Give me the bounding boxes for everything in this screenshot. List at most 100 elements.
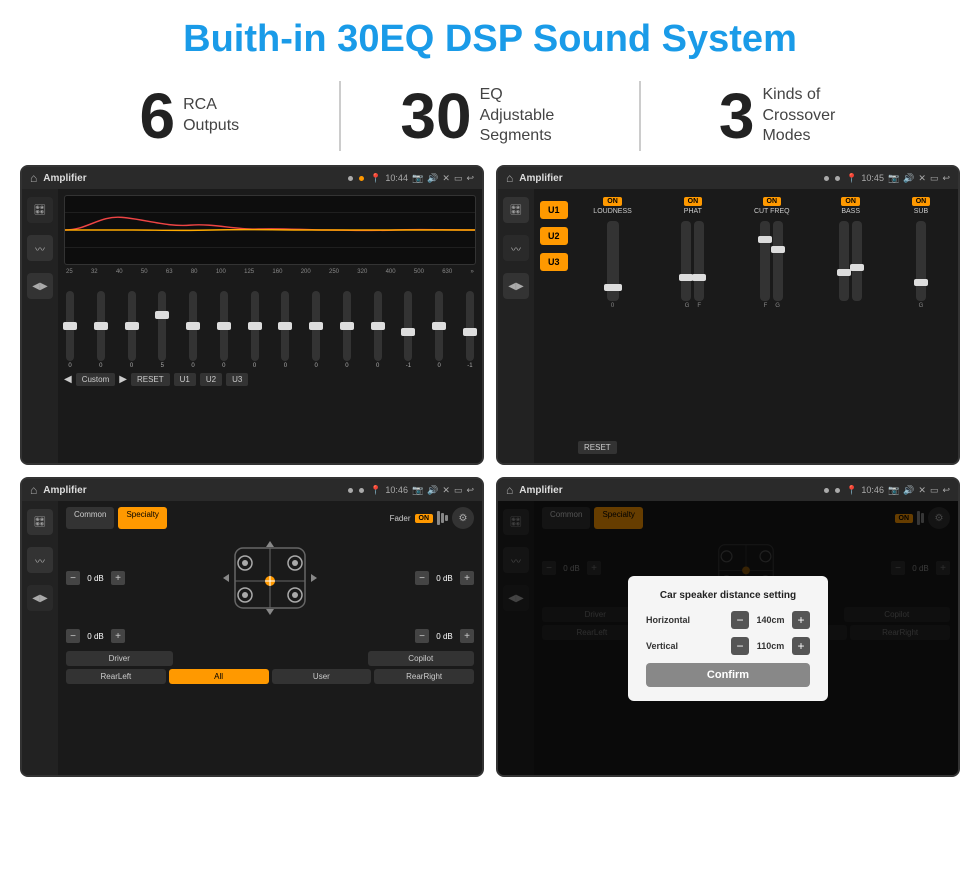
bass-col: ON BASS [839, 197, 862, 309]
cutfreq-slider-g[interactable] [773, 221, 783, 301]
phat-slider-g[interactable] [681, 221, 691, 301]
home-icon-4[interactable]: ⌂ [506, 483, 513, 497]
sidebar-wave-icon-3[interactable]: 〰 [27, 547, 53, 573]
dialog-horizontal-value: 140cm [753, 615, 788, 625]
db-plus-fr[interactable]: + [460, 571, 474, 585]
btn-user[interactable]: User [272, 669, 372, 684]
cutfreq-handle-g[interactable] [771, 246, 785, 253]
sidebar-speaker-icon[interactable]: ◀▶ [27, 273, 53, 299]
sidebar-eq-icon-3[interactable]: 🎛 [27, 509, 53, 535]
preset-u1-btn[interactable]: U1 [540, 201, 568, 219]
db-minus-rl[interactable]: − [66, 629, 80, 643]
home-icon-3[interactable]: ⌂ [30, 483, 37, 497]
eq-slider-1[interactable]: 0 [97, 291, 105, 369]
db-val-fl: 0 dB [83, 574, 108, 583]
eq-slider-7[interactable]: 0 [281, 291, 289, 369]
sub-slider[interactable] [916, 221, 926, 301]
db-minus-fr[interactable]: − [415, 571, 429, 585]
eq-u2-btn[interactable]: U2 [200, 373, 222, 386]
x-icon-2: ✕ [918, 173, 926, 184]
fader-label: Fader [390, 514, 411, 523]
sidebar-wave-icon-2[interactable]: 〰 [503, 235, 529, 261]
eq-slider-8[interactable]: 0 [312, 291, 320, 369]
status-bar-3: ⌂ Amplifier 📍 10:46 📷 🔊 ✕ ▭ ↩ [22, 479, 482, 501]
phat-slider-f[interactable] [694, 221, 704, 301]
stat-crossover: 3 Kinds ofCrossover Modes [661, 84, 920, 148]
btn-driver[interactable]: Driver [66, 651, 173, 666]
stats-row: 6 RCAOutputs 30 EQ AdjustableSegments 3 … [0, 71, 980, 165]
eq-next-icon[interactable]: ▶ [119, 374, 127, 385]
tab-common[interactable]: Common [66, 507, 114, 529]
sidebar-speaker-icon-2[interactable]: ◀▶ [503, 273, 529, 299]
dialog-horizontal-plus[interactable]: + [792, 611, 810, 629]
eq-slider-2[interactable]: 0 [128, 291, 136, 369]
back-icon-2[interactable]: ↩ [942, 173, 950, 184]
amp2-reset-btn[interactable]: RESET [578, 441, 617, 454]
preset-u2-btn[interactable]: U2 [540, 227, 568, 245]
eq-custom-btn[interactable]: Custom [76, 373, 116, 386]
cutfreq-slider-f[interactable] [760, 221, 770, 301]
presets-column: U1 U2 U3 [540, 197, 568, 455]
btn-rearleft[interactable]: RearLeft [66, 669, 166, 684]
eq-slider-10[interactable]: 0 [374, 291, 382, 369]
eq-slider-0[interactable]: 0 [66, 291, 74, 369]
eq-prev-icon[interactable]: ◀ [64, 374, 72, 385]
cutfreq-handle-f[interactable] [758, 236, 772, 243]
status-icons-2: 📍 10:45 📷 🔊 ✕ ▭ ↩ [846, 173, 950, 184]
dialog-horizontal-minus[interactable]: − [731, 611, 749, 629]
bass-slider-1[interactable] [839, 221, 849, 301]
db-plus-rl[interactable]: + [111, 629, 125, 643]
sidebar-wave-icon[interactable]: 〰 [27, 235, 53, 261]
sub-handle[interactable] [914, 279, 928, 286]
btn-copilot[interactable]: Copilot [368, 651, 475, 666]
amp2-reset-area: RESET [578, 437, 617, 455]
btn-all[interactable]: All [169, 669, 269, 684]
eq-slider-4[interactable]: 0 [189, 291, 197, 369]
eq-reset-btn[interactable]: RESET [131, 373, 170, 386]
dialog-vertical-minus[interactable]: − [731, 637, 749, 655]
bass-handle-2[interactable] [850, 264, 864, 271]
sidebar-eq-icon[interactable]: 🎛 [27, 197, 53, 223]
sidebar-speaker-icon-3[interactable]: ◀▶ [27, 585, 53, 611]
loudness-handle[interactable] [604, 284, 622, 291]
back-icon[interactable]: ↩ [466, 173, 474, 184]
eq-u1-btn[interactable]: U1 [174, 373, 196, 386]
eq-slider-9[interactable]: 0 [343, 291, 351, 369]
home-icon-1[interactable]: ⌂ [30, 171, 37, 185]
eq-slider-6[interactable]: 0 [251, 291, 259, 369]
phat-handle-g[interactable] [679, 274, 693, 281]
back-icon-4[interactable]: ↩ [942, 485, 950, 496]
eq-u3-btn[interactable]: U3 [226, 373, 248, 386]
db-plus-rr[interactable]: + [460, 629, 474, 643]
eq-slider-5[interactable]: 0 [220, 291, 228, 369]
btn-rearright[interactable]: RearRight [374, 669, 474, 684]
db-plus-fl[interactable]: + [111, 571, 125, 585]
btn-spacer-1 [176, 651, 365, 666]
eq-bottom-bar: ◀ Custom ▶ RESET U1 U2 U3 [64, 373, 476, 386]
x-icon-4: ✕ [918, 485, 926, 496]
db-minus-rr[interactable]: − [415, 629, 429, 643]
eq-slider-12[interactable]: 0 [435, 291, 443, 369]
preset-u3-btn[interactable]: U3 [540, 253, 568, 271]
bass-slider-2[interactable] [852, 221, 862, 301]
tab-specialty[interactable]: Specialty [118, 507, 166, 529]
eq-sliders: 0 0 0 5 0 [64, 279, 476, 369]
phat-handle-f[interactable] [692, 274, 706, 281]
loudness-slider[interactable] [607, 221, 619, 301]
dialog-vertical-plus[interactable]: + [792, 637, 810, 655]
eq-slider-3[interactable]: 5 [158, 291, 166, 369]
home-icon-2[interactable]: ⌂ [506, 171, 513, 185]
db-minus-fl[interactable]: − [66, 571, 80, 585]
eq-slider-13[interactable]: -1 [466, 291, 474, 369]
confirm-button[interactable]: Confirm [646, 663, 810, 687]
eq-slider-11[interactable]: -1 [404, 291, 412, 369]
speaker-distance-dialog: Car speaker distance setting Horizontal … [628, 576, 828, 701]
x-icon: ✕ [442, 173, 450, 184]
battery-icon-2: ▭ [930, 173, 939, 184]
sidebar-eq-icon-2[interactable]: 🎛 [503, 197, 529, 223]
settings-icon[interactable]: ⚙ [452, 507, 474, 529]
cutfreq-label: CUT FREQ [754, 208, 790, 215]
back-icon-3[interactable]: ↩ [466, 485, 474, 496]
screens-grid: ⌂ Amplifier 📍 10:44 📷 🔊 ✕ ▭ ↩ 🎛 〰 ◀▶ [0, 165, 980, 789]
bass-handle-1[interactable] [837, 269, 851, 276]
